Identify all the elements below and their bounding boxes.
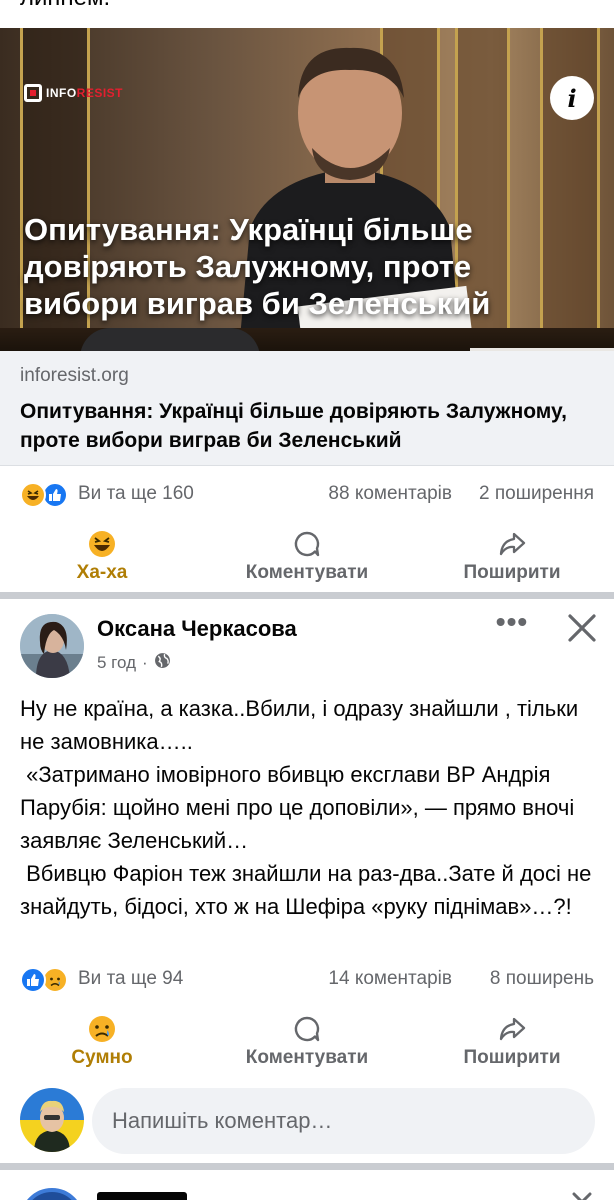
shares-count[interactable]: 8 поширень — [490, 968, 594, 990]
comment-icon — [293, 530, 321, 558]
share-button[interactable]: Поширити — [410, 1007, 614, 1077]
like-reaction-icon — [20, 967, 46, 993]
link-title: Опитування: Українці більше довіряють За… — [20, 400, 567, 452]
reactions-summary[interactable]: Ви та ще 160 88 коментарів 2 поширення — [0, 474, 614, 514]
next-post-avatar[interactable] — [20, 1188, 84, 1200]
comment-icon — [293, 1015, 321, 1043]
time-separator: · — [142, 653, 148, 672]
share-icon — [498, 530, 526, 558]
comment-button[interactable]: Коментувати — [205, 522, 409, 592]
logo-mark-icon — [24, 84, 42, 102]
sad-label: Сумно — [71, 1047, 133, 1068]
sad-emoji-icon — [88, 1015, 116, 1043]
reaction-icons — [20, 482, 80, 508]
reactions-count: Ви та ще 94 — [78, 968, 184, 989]
time-text: 5 год — [97, 653, 137, 672]
previous-text-fragment: липнем. — [0, 0, 614, 28]
share-icon — [498, 1015, 526, 1043]
more-options-button[interactable]: ••• — [492, 608, 532, 642]
link-preview-meta[interactable]: inforesist.org Опитування: Українці біль… — [0, 351, 614, 466]
close-icon[interactable] — [568, 1188, 596, 1200]
shares-count[interactable]: 2 поширення — [479, 483, 594, 505]
desk-phone — [80, 328, 260, 351]
previous-text: липнем. — [20, 0, 110, 12]
comment-composer: Напишіть коментар… — [0, 1084, 614, 1160]
haha-button[interactable]: Ха-ха — [0, 522, 204, 592]
author-avatar[interactable] — [20, 614, 84, 678]
share-button[interactable]: Поширити — [410, 522, 614, 592]
post-action-bar: Ха-ха Коментувати Поширити — [0, 522, 614, 592]
post-action-bar: Сумно Коментувати Поширити — [0, 1007, 614, 1077]
globe-icon — [154, 652, 171, 674]
reactions-summary[interactable]: Ви та ще 94 14 коментарів 8 поширень — [0, 959, 614, 999]
feed-divider — [0, 1163, 614, 1170]
image-headline: Опитування: Українці більше довіряють За… — [24, 212, 491, 321]
comments-count[interactable]: 88 коментарів — [328, 483, 452, 505]
comment-input[interactable]: Напишіть коментар… — [92, 1088, 595, 1154]
author-name[interactable]: Оксана Черкасова — [97, 616, 297, 642]
haha-label: Ха-ха — [76, 562, 128, 583]
inforesist-logo: INFORESIST — [24, 84, 123, 102]
info-button[interactable]: i — [550, 76, 594, 120]
close-post-button[interactable] — [562, 608, 602, 648]
haha-emoji-icon — [88, 530, 116, 558]
comment-label: Коментувати — [245, 562, 369, 583]
comment-placeholder: Напишіть коментар… — [112, 1108, 333, 1133]
link-domain: inforesist.org — [20, 365, 129, 386]
reaction-icons — [20, 967, 80, 993]
next-post-author[interactable] — [97, 1192, 187, 1200]
close-icon — [568, 614, 596, 642]
share-label: Поширити — [463, 1047, 561, 1068]
info-icon: i — [567, 83, 577, 113]
sad-button[interactable]: Сумно — [0, 1007, 204, 1077]
haha-reaction-icon — [20, 482, 46, 508]
comment-label: Коментувати — [245, 1047, 369, 1068]
comment-button[interactable]: Коментувати — [205, 1007, 409, 1077]
link-preview-image[interactable]: INFORESIST Опитування: Українці більше д… — [0, 28, 614, 351]
share-label: Поширити — [463, 562, 561, 583]
post-body-text: Ну не країна, а казка..Вбили, і одразу з… — [20, 696, 592, 919]
reactions-count: Ви та ще 160 — [78, 483, 194, 504]
comments-count[interactable]: 14 коментарів — [328, 968, 452, 990]
post-timestamp[interactable]: 5 год · — [97, 652, 171, 674]
next-post-peek — [0, 1170, 614, 1200]
my-avatar[interactable] — [20, 1088, 84, 1152]
feed-divider — [0, 592, 614, 599]
